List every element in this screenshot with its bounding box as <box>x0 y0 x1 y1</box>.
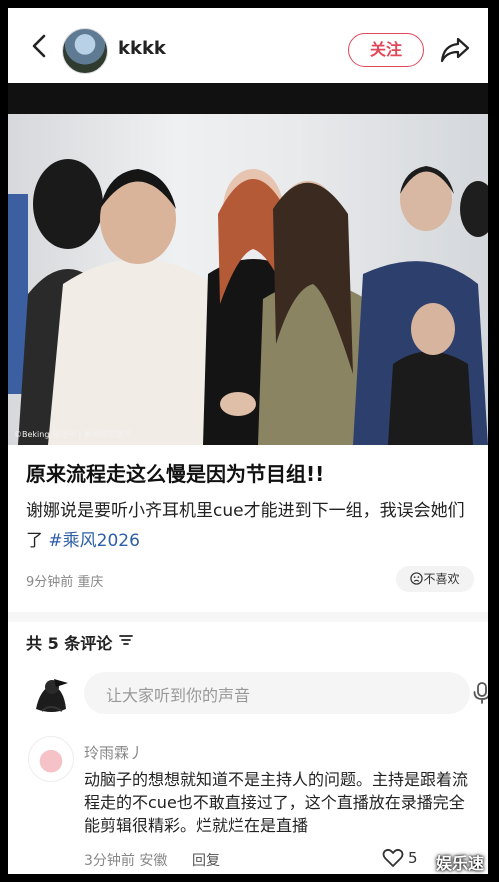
photo-watermark-caption: ©Beking 是社牛 | 乘风综艺官方 <box>14 430 132 439</box>
dislike-label: 不喜欢 <box>423 572 460 586</box>
sort-lines-icon[interactable] <box>118 632 134 648</box>
top-bar: kkkk 关注 <box>8 8 488 83</box>
share-arrow-icon[interactable] <box>440 36 470 64</box>
commenter-avatar[interactable] <box>28 736 74 782</box>
post-page: kkkk 关注 ©Beking 是社牛 | 乘风综艺官方 原来流程走这么慢是因为… <box>8 8 488 874</box>
comment-input[interactable]: 让大家听到你的声音 <box>84 672 488 714</box>
post-title: 原来流程走这么慢是因为节目组!! <box>26 462 325 486</box>
reply-button[interactable]: 回复 <box>192 850 220 870</box>
post-media[interactable]: ©Beking 是社牛 | 乘风综艺官方 <box>8 83 488 445</box>
like-count: 5 <box>408 849 418 867</box>
comment-meta: 3分钟前 安徽 <box>84 853 168 869</box>
section-divider <box>8 612 488 622</box>
sad-face-icon <box>410 572 424 585</box>
post-photo[interactable] <box>8 114 488 445</box>
microphone-icon[interactable] <box>472 682 488 704</box>
post-description: 谢娜说是要听小齐耳机里cue才能进到下一组，我误会她们了 #乘风2026 <box>26 496 476 556</box>
author-avatar[interactable] <box>62 28 108 74</box>
author-username[interactable]: kkkk <box>118 38 166 59</box>
corner-watermark: 娱乐速递 <box>436 854 485 873</box>
comment-count: 共 5 条评论 <box>26 634 113 653</box>
current-user-avatar <box>28 673 72 717</box>
photo-illustration <box>8 159 488 445</box>
comment-input-placeholder: 让大家听到你的声音 <box>106 686 251 705</box>
dislike-button[interactable]: 不喜欢 <box>396 566 474 592</box>
comment-username[interactable]: 玲雨霖丿 <box>84 742 144 763</box>
post-meta: 9分钟前 重庆 <box>26 575 104 590</box>
heart-icon[interactable] <box>382 848 404 868</box>
follow-button[interactable]: 关注 <box>348 33 424 67</box>
current-user-avatar-illustration <box>36 679 68 712</box>
hashtag-link[interactable]: #乘风2026 <box>48 531 140 551</box>
comment-text: 动脑子的想想就知道不是主持人的问题。主持是跟着流程走的不cue也不敢直接过了，这… <box>84 770 469 835</box>
chevron-left-icon[interactable] <box>26 32 54 60</box>
